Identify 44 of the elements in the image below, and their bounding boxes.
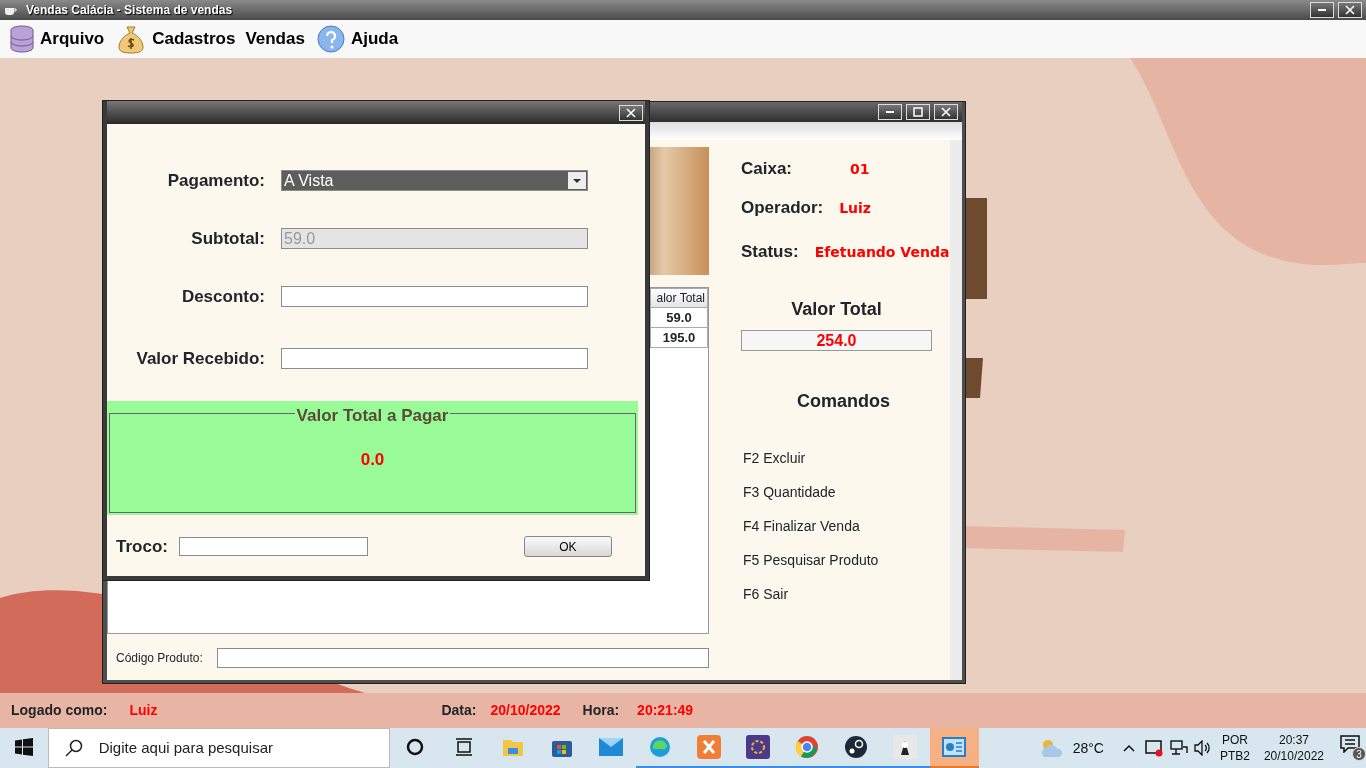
date-value: 20/10/2022 bbox=[490, 701, 561, 720]
status-label: Logado como: bbox=[11, 701, 108, 720]
menu-item[interactable]: Arquivo bbox=[40, 26, 105, 52]
clock-date[interactable]: 20/10/2022 bbox=[1263, 748, 1324, 764]
total-value: 254.0 bbox=[741, 330, 932, 351]
notification-count: 3 bbox=[1352, 747, 1366, 761]
search-field[interactable]: Digite aqui para pesquisar bbox=[47, 728, 390, 768]
user-name: Luiz bbox=[129, 701, 158, 720]
amount-due: 0.0 bbox=[360, 448, 385, 471]
info-value: Luiz bbox=[839, 198, 872, 218]
total-label: Valor Total bbox=[790, 298, 883, 321]
dropdown[interactable]: A Vista bbox=[281, 170, 588, 191]
table-cell: 59.0 bbox=[650, 308, 708, 328]
info-label: Status: bbox=[741, 241, 799, 264]
field-label: Desconto: bbox=[180, 285, 265, 308]
command-hint: F2 Excluir bbox=[742, 449, 807, 466]
info-value: 01 bbox=[850, 159, 870, 179]
section-heading: Comandos bbox=[796, 390, 891, 413]
keyboard-layout[interactable]: PTB2 bbox=[1219, 748, 1250, 764]
time-value: 20:21:49 bbox=[637, 701, 694, 720]
clock-time[interactable]: 20:37 bbox=[1263, 732, 1324, 748]
menu-item[interactable]: Ajuda bbox=[350, 26, 399, 52]
field-label: Código Produto: bbox=[116, 650, 204, 667]
field-label: Valor Recebido: bbox=[135, 347, 265, 370]
command-hint: F6 Sair bbox=[742, 585, 790, 602]
menu-item[interactable]: Cadastros bbox=[152, 26, 236, 52]
column-header[interactable]: alor Total bbox=[650, 288, 708, 308]
command-hint: F5 Pesquisar Produto bbox=[742, 551, 880, 568]
status-label: Data: bbox=[441, 701, 477, 720]
temperature: 28°C bbox=[1072, 738, 1104, 758]
status-label: Hora: bbox=[582, 701, 620, 720]
table-cell: 195.0 bbox=[650, 328, 708, 348]
info-value: Efetuando Venda bbox=[814, 242, 950, 262]
command-hint: F3 Quantidade bbox=[742, 483, 837, 500]
field-label: Pagamento: bbox=[166, 169, 265, 192]
field-label: Subtotal: bbox=[190, 227, 265, 250]
menu-item[interactable]: Vendas bbox=[245, 26, 305, 52]
language-code[interactable]: POR bbox=[1219, 732, 1250, 748]
window-title: Vendas Calácia - Sistema de vendas bbox=[26, 2, 233, 19]
field-label: Troco: bbox=[116, 535, 168, 558]
info-label: Caixa: bbox=[741, 158, 793, 181]
info-label: Operador: bbox=[741, 197, 824, 220]
command-hint: F4 Finalizar Venda bbox=[742, 517, 861, 534]
ok-button[interactable]: OK bbox=[523, 536, 612, 557]
